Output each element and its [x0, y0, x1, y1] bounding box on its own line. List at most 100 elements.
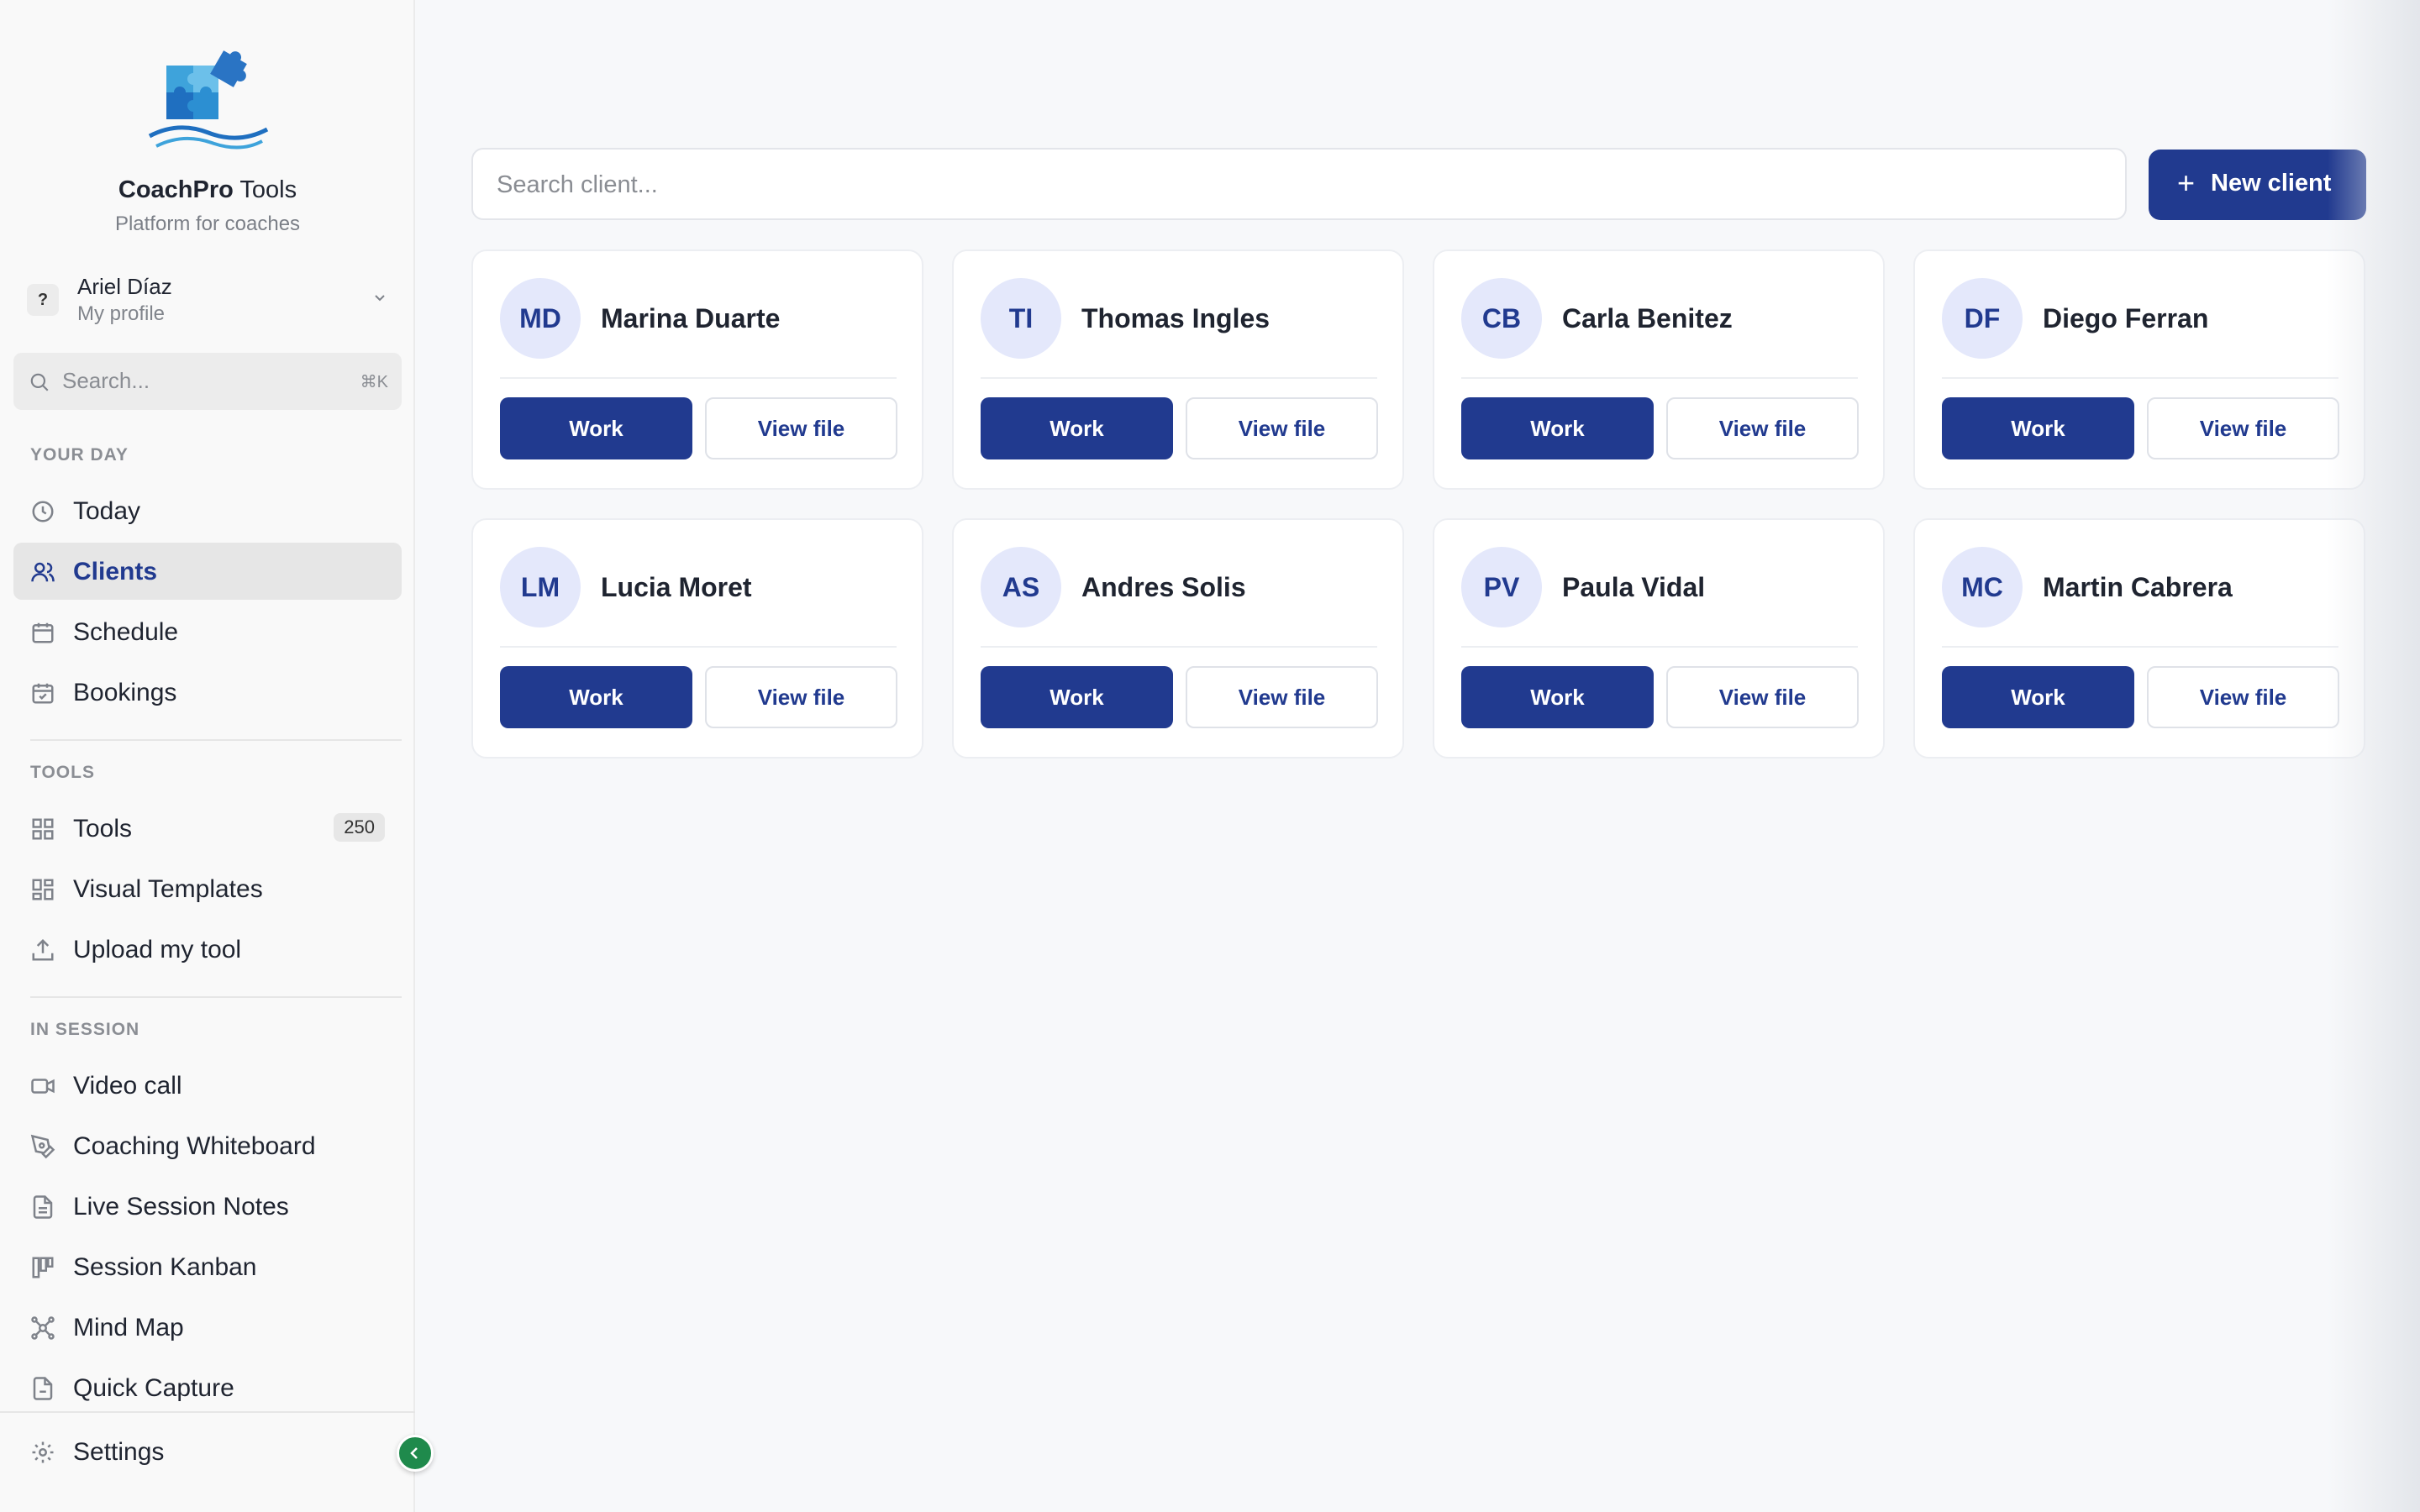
divider [500, 646, 897, 648]
view-file-button[interactable]: View file [705, 666, 897, 728]
sidebar-item-clients[interactable]: Clients [13, 543, 402, 600]
sidebar-item-label: Session Kanban [73, 1253, 257, 1281]
sidebar-item-label: Video call [73, 1072, 182, 1100]
sidebar-item-label: Coaching Whiteboard [73, 1132, 316, 1160]
calendar-check-icon [32, 683, 54, 704]
sidebar-item-quick-capture[interactable]: Quick Capture [13, 1359, 402, 1416]
sidebar-item-label: Upload my tool [73, 936, 242, 963]
view-file-button[interactable]: View file [1186, 666, 1378, 728]
sidebar-item-label: Visual Templates [73, 875, 263, 903]
client-name: Martin Cabrera [2043, 572, 2233, 602]
sidebar-item-live-session-notes[interactable]: Live Session Notes [13, 1178, 402, 1235]
view-file-button[interactable]: View file [2147, 397, 2339, 459]
sidebar-item-settings[interactable]: Settings [13, 1423, 402, 1480]
layout-icon [32, 879, 54, 900]
brand-title: CoachPro Tools [0, 176, 415, 204]
view-file-button[interactable]: View file [1666, 397, 1859, 459]
client-name: Thomas Ingles [1081, 303, 1270, 333]
section-tools: TOOLS [30, 763, 95, 782]
new-client-label: New client [2211, 170, 2332, 197]
search-shortcut: ⌘K [360, 373, 388, 391]
work-button[interactable]: Work [981, 397, 1173, 459]
sidebar-search-placeholder: Search... [62, 368, 150, 393]
divider [1461, 646, 1858, 648]
divider [0, 1411, 415, 1413]
section-in-session: IN SESSION [30, 1020, 140, 1039]
view-file-button[interactable]: View file [705, 397, 897, 459]
avatar: MC [1942, 547, 2023, 627]
view-file-button[interactable]: View file [1186, 397, 1378, 459]
sidebar-item-label: Schedule [73, 618, 179, 646]
sidebar-item-today[interactable]: Today [13, 482, 402, 539]
sidebar-item-video-call[interactable]: Video call [13, 1057, 402, 1114]
client-card: AS Andres Solis Work View file [952, 518, 1404, 759]
sidebar-item-label: Tools [73, 815, 133, 843]
work-button[interactable]: Work [1942, 666, 2134, 728]
client-card: LM Lucia Moret Work View file [471, 518, 923, 759]
work-button[interactable]: Work [1461, 397, 1654, 459]
sidebar-item-tools[interactable]: Tools 250 [13, 800, 402, 857]
client-name: Paula Vidal [1562, 572, 1706, 602]
sidebar-search[interactable]: Search... ⌘K [13, 353, 402, 410]
divider [1942, 377, 2338, 379]
search-icon [30, 373, 49, 391]
divider [1461, 377, 1858, 379]
section-your-day: YOUR DAY [30, 445, 129, 465]
divider [30, 739, 402, 741]
clock-icon [32, 501, 54, 522]
brand-name-rest: Tools [233, 176, 297, 203]
kanban-icon [32, 1257, 54, 1278]
client-card: MD Marina Duarte Work View file [471, 249, 923, 490]
client-name: Carla Benitez [1562, 303, 1733, 333]
sidebar: CoachPro Tools Platform for coaches ? Ar… [0, 0, 415, 1512]
work-button[interactable]: Work [500, 666, 692, 728]
profile-name: Ariel Díaz [77, 274, 172, 299]
calendar-icon [32, 622, 54, 643]
profile-subtitle: My profile [77, 302, 166, 325]
client-name: Diego Ferran [2043, 303, 2209, 333]
client-search-field[interactable] [471, 148, 2127, 220]
sidebar-item-upload-tool[interactable]: Upload my tool [13, 921, 402, 978]
view-file-button[interactable]: View file [1666, 666, 1859, 728]
edge-shadow [2328, 0, 2420, 1512]
work-button[interactable]: Work [981, 666, 1173, 728]
video-icon [31, 1079, 55, 1094]
sidebar-item-label: Clients [73, 558, 158, 585]
avatar: LM [500, 547, 581, 627]
avatar: CB [1461, 278, 1542, 359]
upload-icon [32, 938, 54, 961]
sidebar-item-bookings[interactable]: Bookings [13, 664, 402, 721]
sidebar-item-schedule[interactable]: Schedule [13, 603, 402, 660]
profile-switcher[interactable]: ? Ariel Díaz My profile [25, 272, 395, 333]
avatar: TI [981, 278, 1061, 359]
divider [1942, 646, 2338, 648]
divider [500, 377, 897, 379]
grid-icon [32, 818, 54, 840]
client-card: TI Thomas Ingles Work View file [952, 249, 1404, 490]
sidebar-item-label: Quick Capture [73, 1374, 234, 1402]
sidebar-item-session-kanban[interactable]: Session Kanban [13, 1238, 402, 1295]
avatar: MD [500, 278, 581, 359]
work-button[interactable]: Work [1461, 666, 1654, 728]
sidebar-item-label: Bookings [73, 679, 177, 706]
collapse-sidebar-button[interactable] [397, 1435, 434, 1472]
sidebar-item-visual-templates[interactable]: Visual Templates [13, 860, 402, 917]
pen-tool-icon [30, 1134, 55, 1159]
avatar: DF [1942, 278, 2023, 359]
brand-name-bold: CoachPro [118, 176, 234, 203]
divider [981, 646, 1377, 648]
work-button[interactable]: Work [500, 397, 692, 459]
sidebar-item-coaching-whiteboard[interactable]: Coaching Whiteboard [13, 1117, 402, 1174]
work-button[interactable]: Work [1942, 397, 2134, 459]
sidebar-item-label: Today [73, 497, 141, 525]
avatar: PV [1461, 547, 1542, 627]
chevron-down-icon [375, 295, 385, 302]
view-file-button[interactable]: View file [2147, 666, 2339, 728]
users-icon [31, 562, 55, 582]
sidebar-item-label: Mind Map [73, 1314, 184, 1341]
avatar: AS [981, 547, 1061, 627]
sidebar-item-mind-map[interactable]: Mind Map [13, 1299, 402, 1356]
client-card: DF Diego Ferran Work View file [1913, 249, 2365, 490]
client-search-input[interactable] [495, 165, 2095, 205]
plus-icon: + [2177, 165, 2196, 200]
